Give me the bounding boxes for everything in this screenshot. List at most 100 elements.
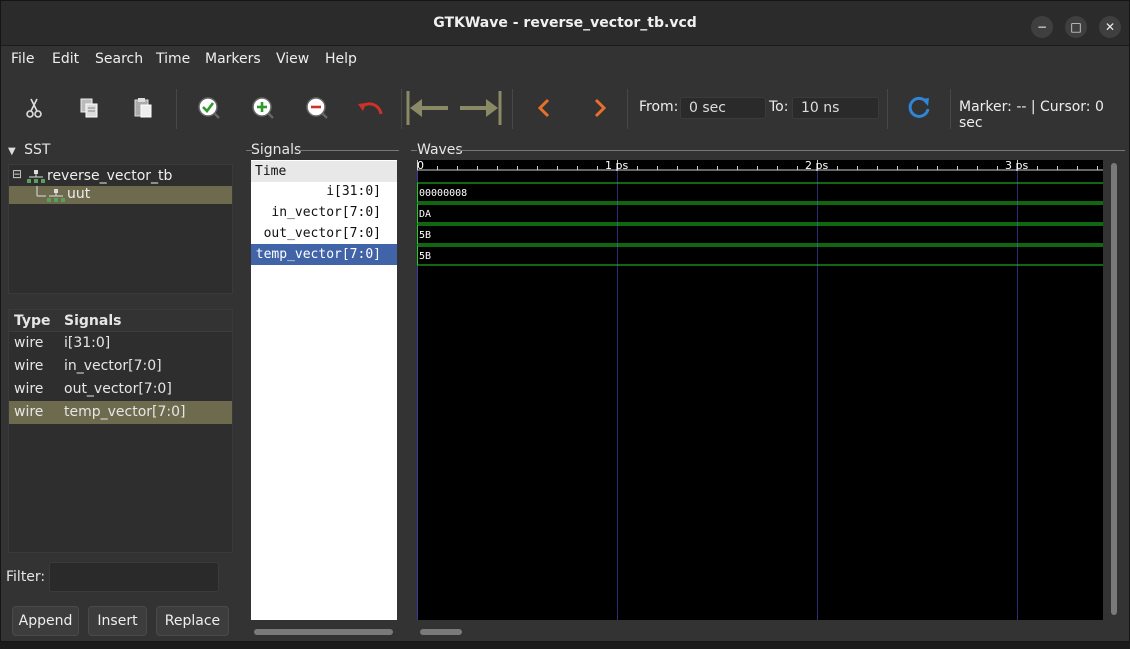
to-label: To: (769, 99, 789, 115)
copy-icon[interactable] (74, 93, 104, 123)
sst-label: SST (24, 142, 51, 158)
jump-end-icon[interactable] (455, 91, 503, 125)
replace-button[interactable]: Replace (156, 606, 229, 636)
toolbar-separator (627, 89, 628, 129)
zoom-fit-icon[interactable] (194, 93, 224, 123)
maximize-button[interactable]: □ (1065, 16, 1087, 38)
signal-type: wire (14, 358, 44, 374)
from-label: From: (639, 99, 679, 115)
tree-item-uut[interactable]: uut (9, 186, 232, 204)
time-row-label: Time (251, 161, 397, 182)
menu-view[interactable]: View (276, 51, 309, 67)
trace-value: 00000008 (419, 188, 467, 199)
waveform-canvas[interactable]: 0 1 ps 2 ps 3 ps 00000008 DA 5B 5B (417, 160, 1103, 620)
signal-row[interactable]: wire out_vector[7:0] (9, 378, 232, 401)
signals-pane[interactable]: Time i[31:0] in_vector[7:0] out_vector[7… (251, 160, 397, 620)
prev-icon[interactable] (529, 93, 559, 123)
signal-name-row[interactable]: in_vector[7:0] (251, 202, 397, 223)
paste-icon[interactable] (128, 93, 158, 123)
tick-label-2ps: 2 ps (805, 160, 828, 172)
divider (459, 150, 1125, 151)
signal-row[interactable]: wire in_vector[7:0] (9, 355, 232, 378)
trace-value: DA (419, 209, 431, 220)
hierarchy-icon (27, 170, 45, 183)
minimize-button[interactable]: − (1031, 16, 1053, 38)
sst-header[interactable]: ▼ SST (8, 142, 50, 158)
menu-bar: File Edit Search Time Markers View Help (1, 47, 1129, 73)
tick-label-1ps: 1 ps (605, 160, 628, 172)
filter-label: Filter: (6, 569, 46, 585)
menu-time[interactable]: Time (156, 51, 190, 67)
trace-in-vector[interactable]: DA (417, 203, 1103, 224)
trace-i[interactable]: 00000008 (417, 182, 1103, 203)
waves-pane[interactable]: 0 1 ps 2 ps 3 ps 00000008 DA 5B 5B (417, 160, 1103, 620)
filter-input[interactable] (49, 562, 219, 592)
marker-cursor-readout: Marker: -- | Cursor: 0 sec (959, 99, 1104, 131)
signal-name: out_vector[7:0] (64, 381, 172, 397)
toolbar-separator (887, 89, 888, 129)
tree-connector-icon (36, 186, 46, 197)
next-icon[interactable] (585, 93, 615, 123)
menu-edit[interactable]: Edit (52, 51, 79, 67)
title-bar[interactable]: GTKWave - reverse_vector_tb.vcd − □ ✕ (1, 1, 1129, 46)
waves-vscrollbar[interactable] (1111, 163, 1117, 615)
cut-icon[interactable] (19, 93, 49, 123)
desktop-background-strip (0, 642, 1130, 649)
signal-name-row[interactable]: i[31:0] (251, 181, 397, 202)
toolbar-separator (401, 89, 402, 129)
trace-value: 5B (419, 251, 431, 262)
menu-search[interactable]: Search (95, 51, 143, 67)
column-header-signals[interactable]: Signals (64, 313, 121, 329)
waves-hscrollbar[interactable] (420, 629, 462, 635)
signal-name: in_vector[7:0] (64, 358, 162, 374)
toolbar-separator (950, 89, 951, 129)
signal-name-row[interactable]: out_vector[7:0] (251, 223, 397, 244)
append-button[interactable]: Append (12, 606, 79, 636)
hierarchy-icon (47, 189, 65, 202)
toolbar-separator (512, 89, 513, 129)
signal-list-header: Type Signals (9, 310, 232, 332)
reload-icon[interactable] (904, 93, 934, 123)
column-header-type[interactable]: Type (14, 313, 51, 329)
tick-label-3ps: 3 ps (1005, 160, 1028, 172)
divider (299, 150, 399, 151)
tree-item-label: uut (67, 186, 91, 202)
signal-type-list: Type Signals wire i[31:0] wire in_vector… (8, 309, 233, 553)
signal-name-row-selected[interactable]: temp_vector[7:0] (251, 244, 397, 265)
from-field[interactable]: 0 sec (680, 97, 766, 119)
signal-name: i[31:0] (64, 335, 111, 351)
menu-markers[interactable]: Markers (205, 51, 261, 67)
zoom-out-icon[interactable] (302, 93, 332, 123)
insert-button[interactable]: Insert (88, 606, 147, 636)
signals-hscrollbar[interactable] (254, 629, 393, 635)
time-grid (417, 170, 1018, 620)
jump-start-icon[interactable] (405, 91, 453, 125)
trace-temp-vector[interactable]: 5B (417, 245, 1103, 266)
tree-item-label: reverse_vector_tb (47, 168, 173, 184)
close-button[interactable]: ✕ (1099, 16, 1121, 38)
to-field[interactable]: 10 ns (792, 97, 879, 119)
signal-name: temp_vector[7:0] (64, 404, 186, 420)
trace-value: 5B (419, 230, 431, 241)
signal-type: wire (14, 381, 44, 397)
signals-pane-label: Signals (251, 142, 302, 158)
zoom-in-icon[interactable] (248, 93, 278, 123)
expander-icon[interactable]: ⊟ (12, 167, 22, 181)
trace-out-vector[interactable]: 5B (417, 224, 1103, 245)
waves-pane-label: Waves (417, 142, 463, 158)
undo-icon[interactable] (356, 93, 386, 123)
toolbar: From: 0 sec To: 10 ns Marker: -- | Curso… (1, 75, 1129, 139)
toolbar-separator (176, 89, 177, 129)
signal-type: wire (14, 404, 44, 420)
menu-help[interactable]: Help (325, 51, 357, 67)
signal-row[interactable]: wire i[31:0] (9, 332, 232, 355)
collapse-triangle-icon[interactable]: ▼ (8, 146, 16, 157)
signal-row-selected[interactable]: wire temp_vector[7:0] (9, 401, 232, 424)
tick-label-0: 0 (417, 160, 424, 172)
window-title: GTKWave - reverse_vector_tb.vcd (433, 15, 697, 31)
sst-tree: ⊟ reverse_vector_tb uut (8, 164, 233, 294)
gtkwave-window: GTKWave - reverse_vector_tb.vcd − □ ✕ Fi… (0, 0, 1130, 642)
menu-file[interactable]: File (11, 51, 34, 67)
tree-item-reverse-vector-tb[interactable]: ⊟ reverse_vector_tb (9, 167, 232, 185)
time-ruler: 0 1 ps 2 ps 3 ps (417, 160, 1103, 172)
